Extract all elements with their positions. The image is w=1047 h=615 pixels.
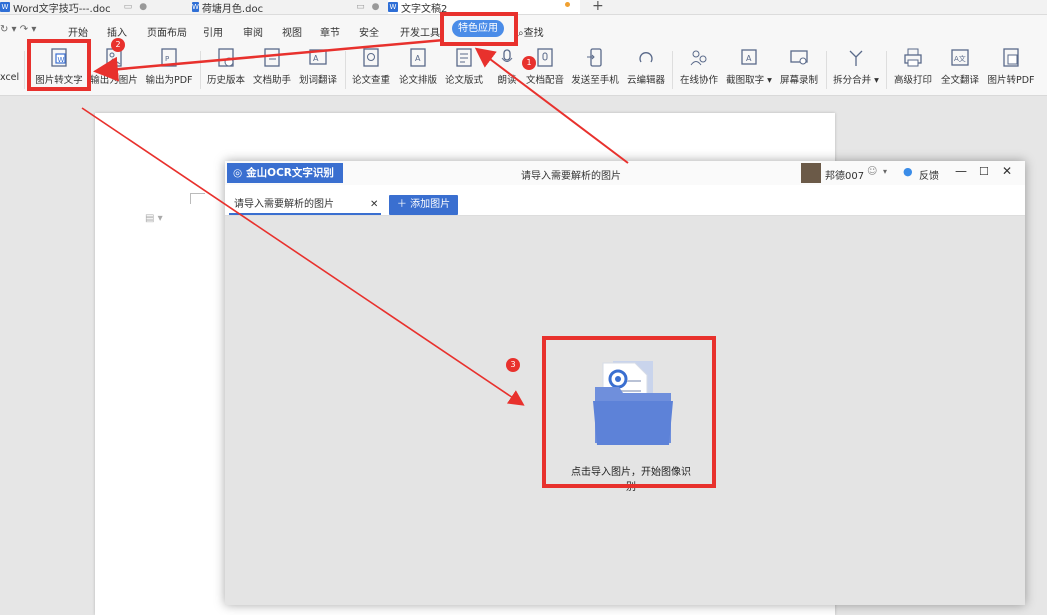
arrow-to-special-apps [474,47,629,164]
step-badge-1: 1 [522,56,536,70]
arrow-to-image-to-text [93,38,445,82]
step-badge-2: 2 [111,38,125,52]
arrow-to-import [81,107,525,406]
step-badge-3: 3 [506,358,520,372]
annotation-arrows [81,38,629,406]
